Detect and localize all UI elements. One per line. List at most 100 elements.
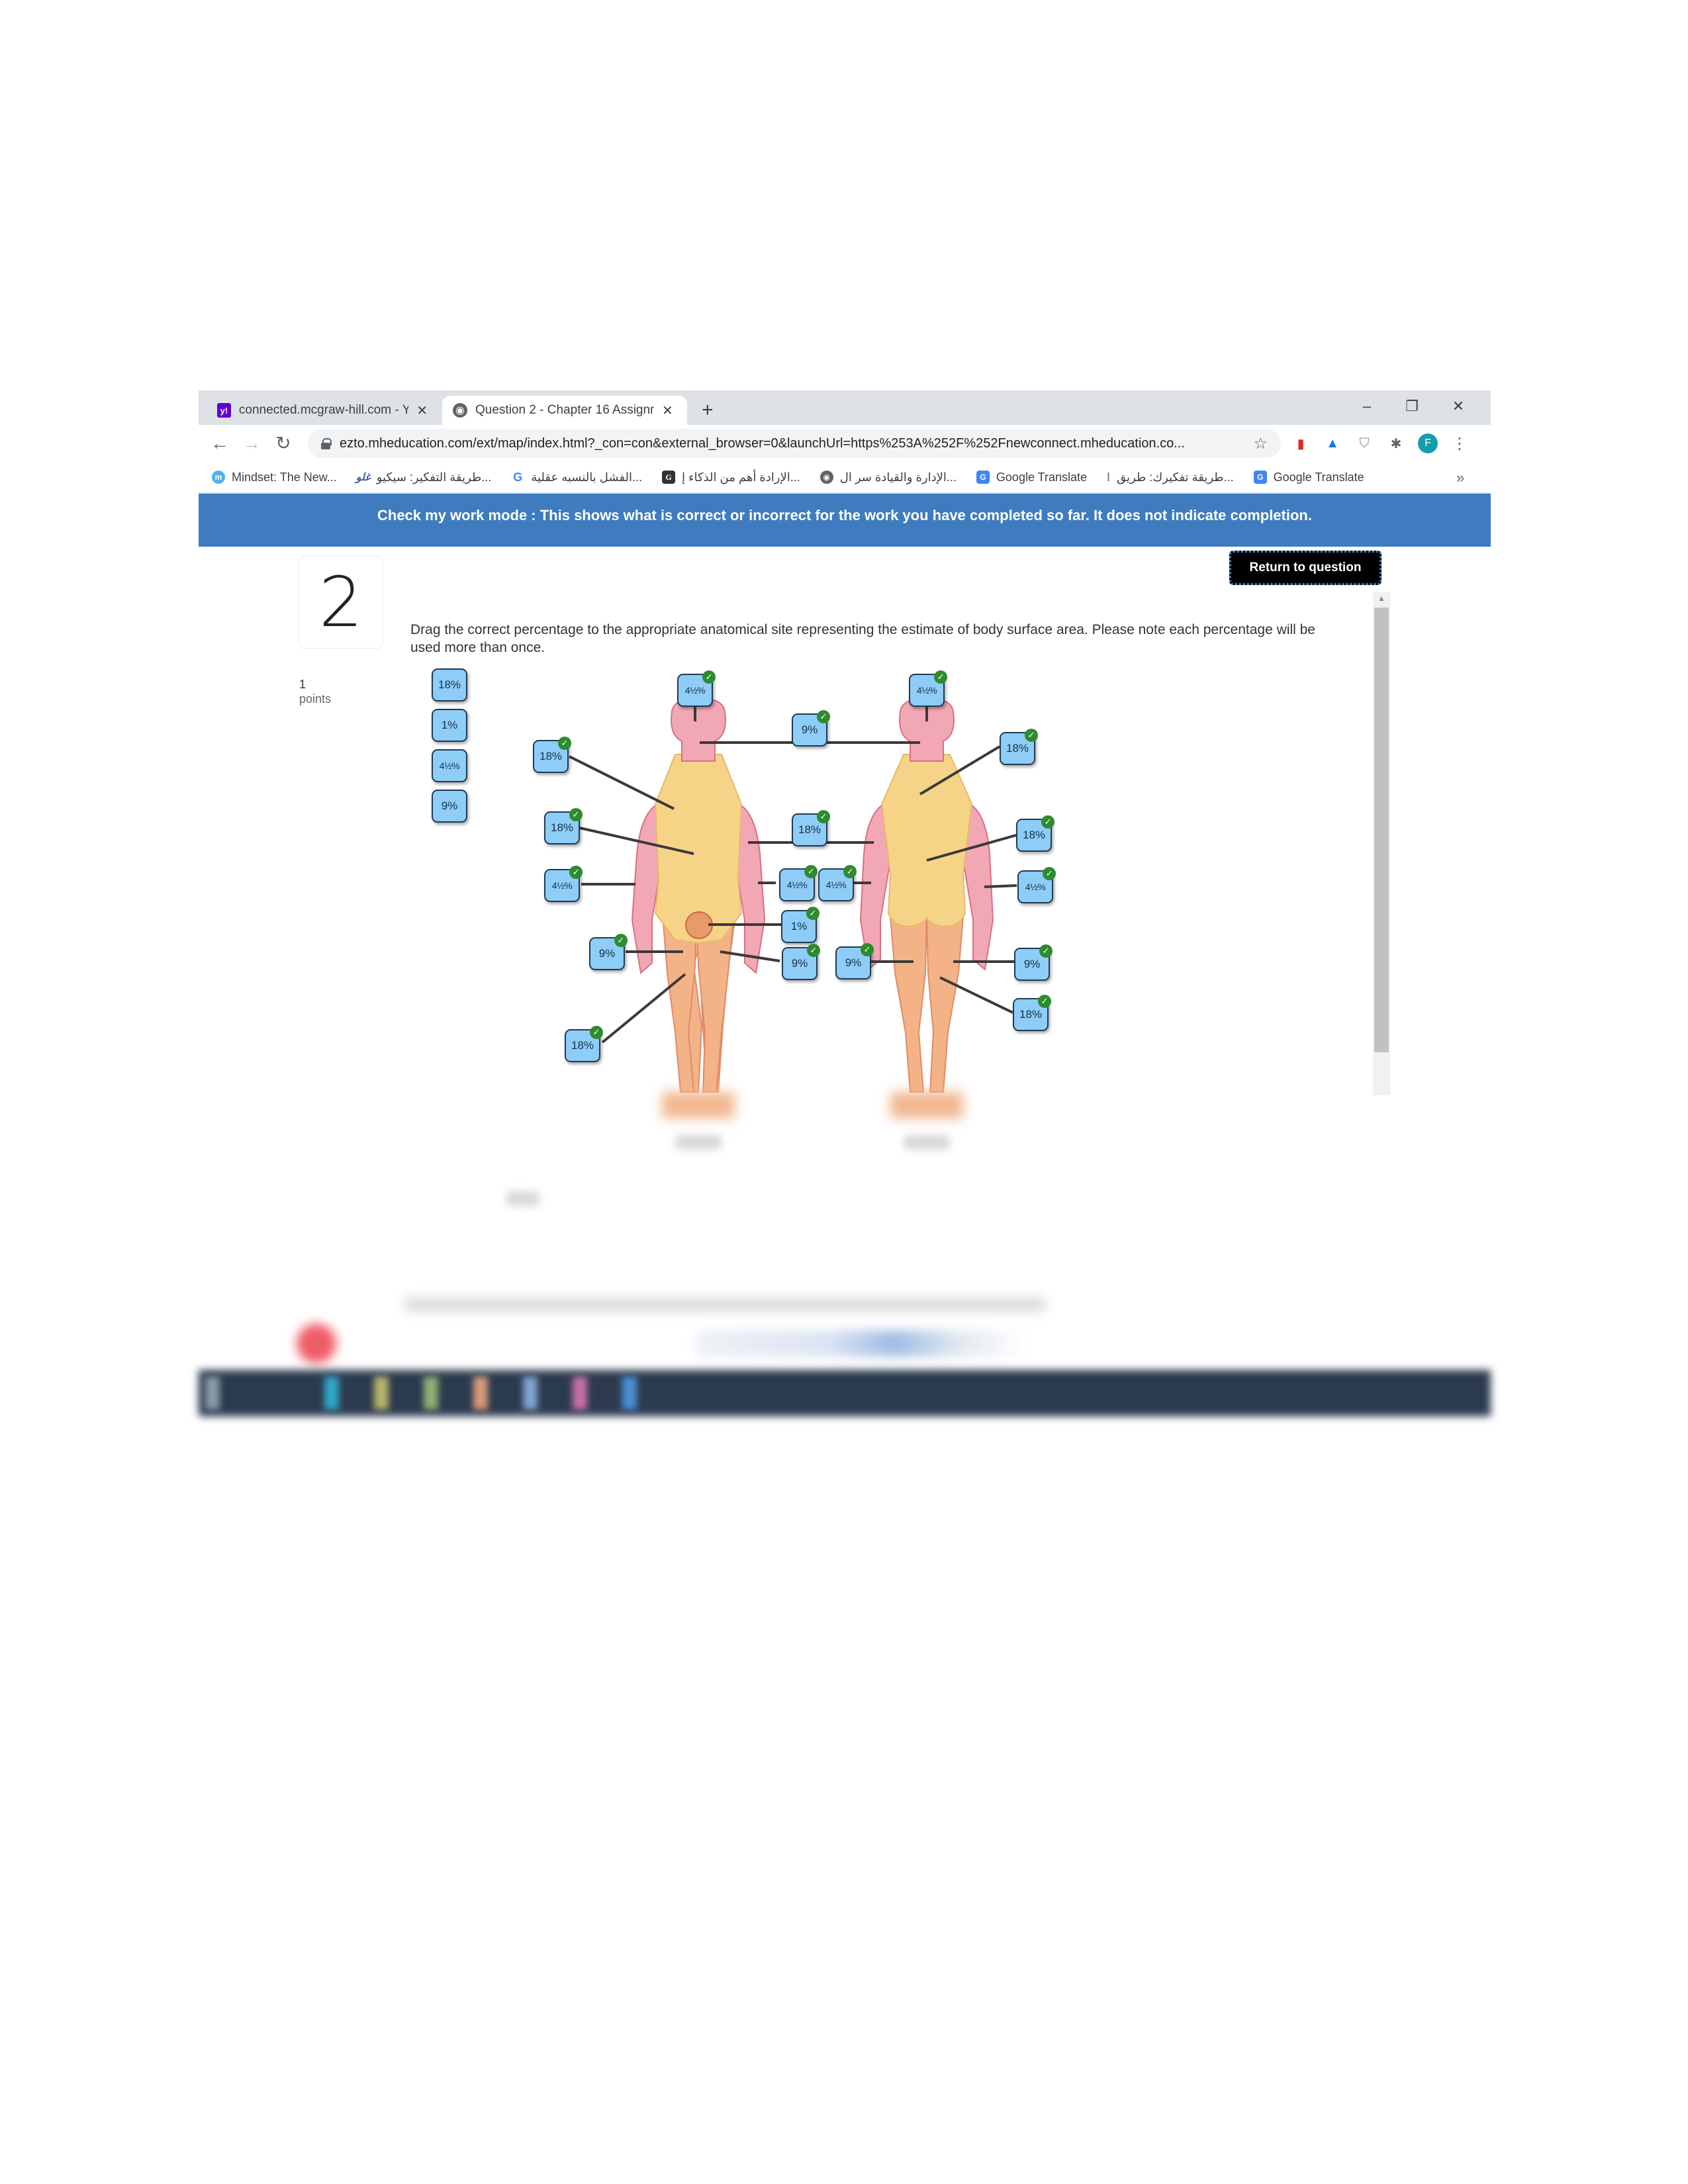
- drop-posterior-lower-back[interactable]: 18% ✓: [1016, 815, 1055, 852]
- drop-anterior-abdomen[interactable]: 18% ✓: [544, 808, 583, 844]
- anterior-leg-left: [661, 906, 698, 1093]
- drop-posterior-right-thigh[interactable]: 9% ✓: [1014, 944, 1053, 981]
- palette-tile-1[interactable]: 1%: [432, 709, 467, 742]
- shield-extension-icon[interactable]: ⛉: [1354, 433, 1374, 453]
- address-bar[interactable]: ezto.mheducation.com/ext/map/index.html?…: [308, 429, 1281, 458]
- question-number: 2: [299, 556, 383, 649]
- drop-arms-total[interactable]: 18% ✓: [792, 810, 830, 846]
- bookmark-label: الفشل بالنسبه عقلية...: [531, 470, 643, 484]
- bookmark-item[interactable]: G Google Translate: [976, 471, 1087, 484]
- correct-check-icon: ✓: [590, 1026, 603, 1039]
- palette-tile-4-5[interactable]: 4½%: [432, 749, 467, 782]
- drop-anterior-right-thigh[interactable]: 9% ✓: [589, 934, 628, 970]
- tile-label: 18%: [438, 678, 461, 691]
- question-nav-blurred[interactable]: [695, 1330, 1026, 1357]
- bookmark-label: الإرادة أهم من الذكاء إ...: [682, 470, 800, 484]
- taskbar-app-icon[interactable]: [523, 1377, 538, 1410]
- tile-label: 1%: [441, 719, 458, 731]
- taskbar-app-icon[interactable]: [424, 1377, 438, 1410]
- reload-button[interactable]: ↻: [270, 429, 297, 458]
- scroll-up-arrow-icon[interactable]: ▲: [1373, 592, 1390, 604]
- extensions-puzzle-icon[interactable]: ✱: [1386, 433, 1406, 453]
- tab-title: Question 2 - Chapter 16 Assignm: [475, 403, 654, 417]
- start-icon[interactable]: [205, 1377, 220, 1410]
- correct-check-icon: ✓: [558, 737, 571, 750]
- google-drive-icon[interactable]: ▲: [1323, 433, 1342, 453]
- bookmarks-overflow-button[interactable]: »: [1456, 463, 1464, 492]
- ghlo-icon: غلو: [355, 472, 371, 483]
- tile-label: 9%: [801, 723, 818, 736]
- tile-label: 9%: [441, 799, 458, 812]
- url-text[interactable]: ezto.mheducation.com/ext/map/index.html?…: [340, 436, 1244, 451]
- tile-label: 18%: [1022, 829, 1046, 841]
- record-button-blurred[interactable]: [297, 1324, 336, 1363]
- bookmark-item[interactable]: غلو طريقة التفكير: سيكيو...: [355, 471, 492, 484]
- drop-anterior-legs[interactable]: 18% ✓: [565, 1026, 603, 1062]
- anterior-arm-left: [733, 803, 766, 974]
- correct-check-icon: ✓: [1025, 729, 1038, 742]
- forward-button[interactable]: →: [238, 429, 265, 458]
- bookmark-item[interactable]: G الفشل بالنسبه عقلية...: [511, 471, 642, 484]
- tab-title: connected.mcgraw-hill.com - Yah: [238, 403, 409, 417]
- correct-check-icon: ✓: [1039, 944, 1053, 958]
- new-tab-button[interactable]: +: [702, 396, 714, 425]
- drop-anterior-head[interactable]: 4½% ✓: [677, 670, 716, 707]
- taskbar-app-icon[interactable]: [622, 1377, 637, 1410]
- bookmark-item[interactable]: ◉ الإدارة والقيادة سر ال...: [820, 471, 957, 484]
- tile-label: 18%: [798, 823, 821, 836]
- book-extension-icon[interactable]: ▮: [1291, 433, 1311, 453]
- bookmark-item[interactable]: G الإرادة أهم من الذكاء إ...: [662, 471, 800, 484]
- body-surface-diagram: 18% 1% 4½% 9% 4½% ✓ 18% ✓ 18% ✓ 4½% ✓ 4½% ✓ 1…: [0, 0, 1688, 2184]
- close-tab-icon[interactable]: ✕: [416, 402, 428, 419]
- palette-tile-9[interactable]: 9%: [432, 790, 467, 823]
- tab-yahoo[interactable]: y! connected.mcgraw-hill.com - Yah ✕: [207, 396, 438, 425]
- drop-posterior-head[interactable]: 4½% ✓: [909, 670, 947, 707]
- close-tab-icon[interactable]: ✕: [662, 402, 673, 419]
- profile-avatar[interactable]: F: [1418, 433, 1438, 453]
- tile-label: 9%: [791, 957, 808, 970]
- taskbar-app-icon[interactable]: [573, 1377, 587, 1410]
- correct-check-icon: ✓: [1043, 867, 1056, 880]
- minimize-button[interactable]: –: [1350, 393, 1383, 420]
- bookmark-item[interactable]: I طريقة تفكيرك: طريق...: [1107, 471, 1234, 484]
- bookmark-item[interactable]: G Google Translate: [1253, 471, 1364, 484]
- bookmark-item[interactable]: m Mindset: The New...: [212, 471, 337, 484]
- return-to-question-button[interactable]: Return to question: [1229, 551, 1382, 585]
- points-value: 1: [299, 678, 306, 691]
- tile-label: 4½%: [551, 880, 573, 891]
- taskbar-app-icon[interactable]: [473, 1377, 488, 1410]
- drop-posterior-legs[interactable]: 18% ✓: [1013, 995, 1051, 1031]
- close-window-button[interactable]: ✕: [1442, 393, 1475, 420]
- leader-line: [720, 950, 780, 962]
- browser-menu-icon[interactable]: ⋮: [1450, 433, 1470, 453]
- anterior-label-blurred: [675, 1135, 722, 1150]
- back-button[interactable]: ←: [207, 429, 233, 458]
- tab-question-2[interactable]: ◉ Question 2 - Chapter 16 Assignm ✕: [442, 396, 687, 425]
- drop-anterior-chest[interactable]: 18% ✓: [533, 737, 571, 773]
- drop-anterior-left-arm[interactable]: 4½% ✓: [779, 865, 818, 901]
- google-icon: G: [513, 470, 523, 484]
- drop-anterior-left-thigh[interactable]: 9% ✓: [782, 944, 820, 980]
- drop-anterior-right-arm[interactable]: 4½% ✓: [544, 866, 583, 902]
- drop-posterior-left-thigh[interactable]: 9% ✓: [835, 943, 874, 979]
- drop-head-neck-total[interactable]: 9% ✓: [792, 710, 830, 747]
- bookmark-label: Google Translate: [996, 470, 1088, 484]
- tile-label: 18%: [571, 1039, 594, 1052]
- restore-button[interactable]: ❐: [1395, 393, 1429, 420]
- taskbar-app-icon[interactable]: [324, 1377, 339, 1410]
- google-translate-icon: G: [976, 471, 990, 484]
- drop-posterior-right-arm[interactable]: 4½% ✓: [1017, 867, 1056, 903]
- anterior-head-neck: [671, 697, 726, 762]
- bookmark-star-icon[interactable]: ☆: [1253, 434, 1268, 453]
- scrollbar-thumb[interactable]: [1374, 608, 1389, 1052]
- palette-tile-18[interactable]: 18%: [432, 668, 467, 702]
- bookmark-label: Mindset: The New...: [232, 470, 337, 484]
- drop-anterior-genitals[interactable]: 1% ✓: [781, 907, 820, 943]
- horizontal-scrollbar[interactable]: [404, 1297, 1046, 1312]
- drop-posterior-upper-back[interactable]: 18% ✓: [1000, 729, 1038, 765]
- tile-label: 9%: [598, 947, 616, 960]
- posterior-figure: [859, 697, 994, 1093]
- drop-posterior-left-arm[interactable]: 4½% ✓: [818, 865, 857, 901]
- taskbar-app-icon[interactable]: [374, 1377, 389, 1410]
- tile-label: 4½%: [916, 685, 937, 696]
